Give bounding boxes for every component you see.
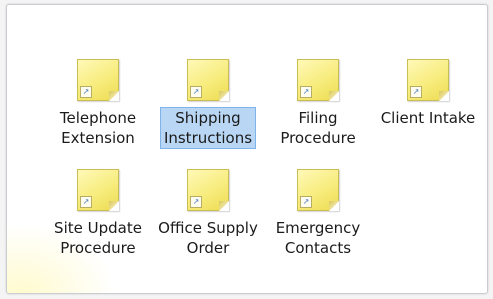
note-shortcut-icon: ↗ (77, 169, 119, 211)
file-item-telephone-extension[interactable]: ↗ Telephone Extension (43, 59, 153, 169)
note-shortcut-icon: ↗ (407, 59, 449, 101)
note-shortcut-icon: ↗ (297, 59, 339, 101)
file-view-window: ↗ Telephone Extension ↗ Shipping Instruc… (6, 4, 488, 294)
icon-grid: ↗ Telephone Extension ↗ Shipping Instruc… (43, 59, 483, 279)
note-shortcut-icon: ↗ (187, 169, 229, 211)
file-item-emergency-contacts[interactable]: ↗ Emergency Contacts (263, 169, 373, 279)
file-item-label: Site Update Procedure (54, 219, 142, 257)
file-item-label: Telephone Extension (59, 109, 137, 147)
note-shortcut-icon: ↗ (187, 59, 229, 101)
note-shortcut-icon: ↗ (77, 59, 119, 101)
file-item-label: Filing Procedure (280, 109, 356, 147)
file-item-label: Emergency Contacts (275, 219, 361, 257)
file-item-label: Shipping Instructions (159, 107, 257, 149)
file-item-label: Office Supply Order (158, 219, 258, 257)
file-item-shipping-instructions[interactable]: ↗ Shipping Instructions (153, 59, 263, 169)
note-shortcut-icon: ↗ (297, 169, 339, 211)
file-item-filing-procedure[interactable]: ↗ Filing Procedure (263, 59, 373, 169)
file-item-site-update-procedure[interactable]: ↗ Site Update Procedure (43, 169, 153, 279)
file-item-office-supply-order[interactable]: ↗ Office Supply Order (153, 169, 263, 279)
file-item-label: Client Intake (380, 109, 476, 127)
file-item-client-intake[interactable]: ↗ Client Intake (373, 59, 483, 169)
